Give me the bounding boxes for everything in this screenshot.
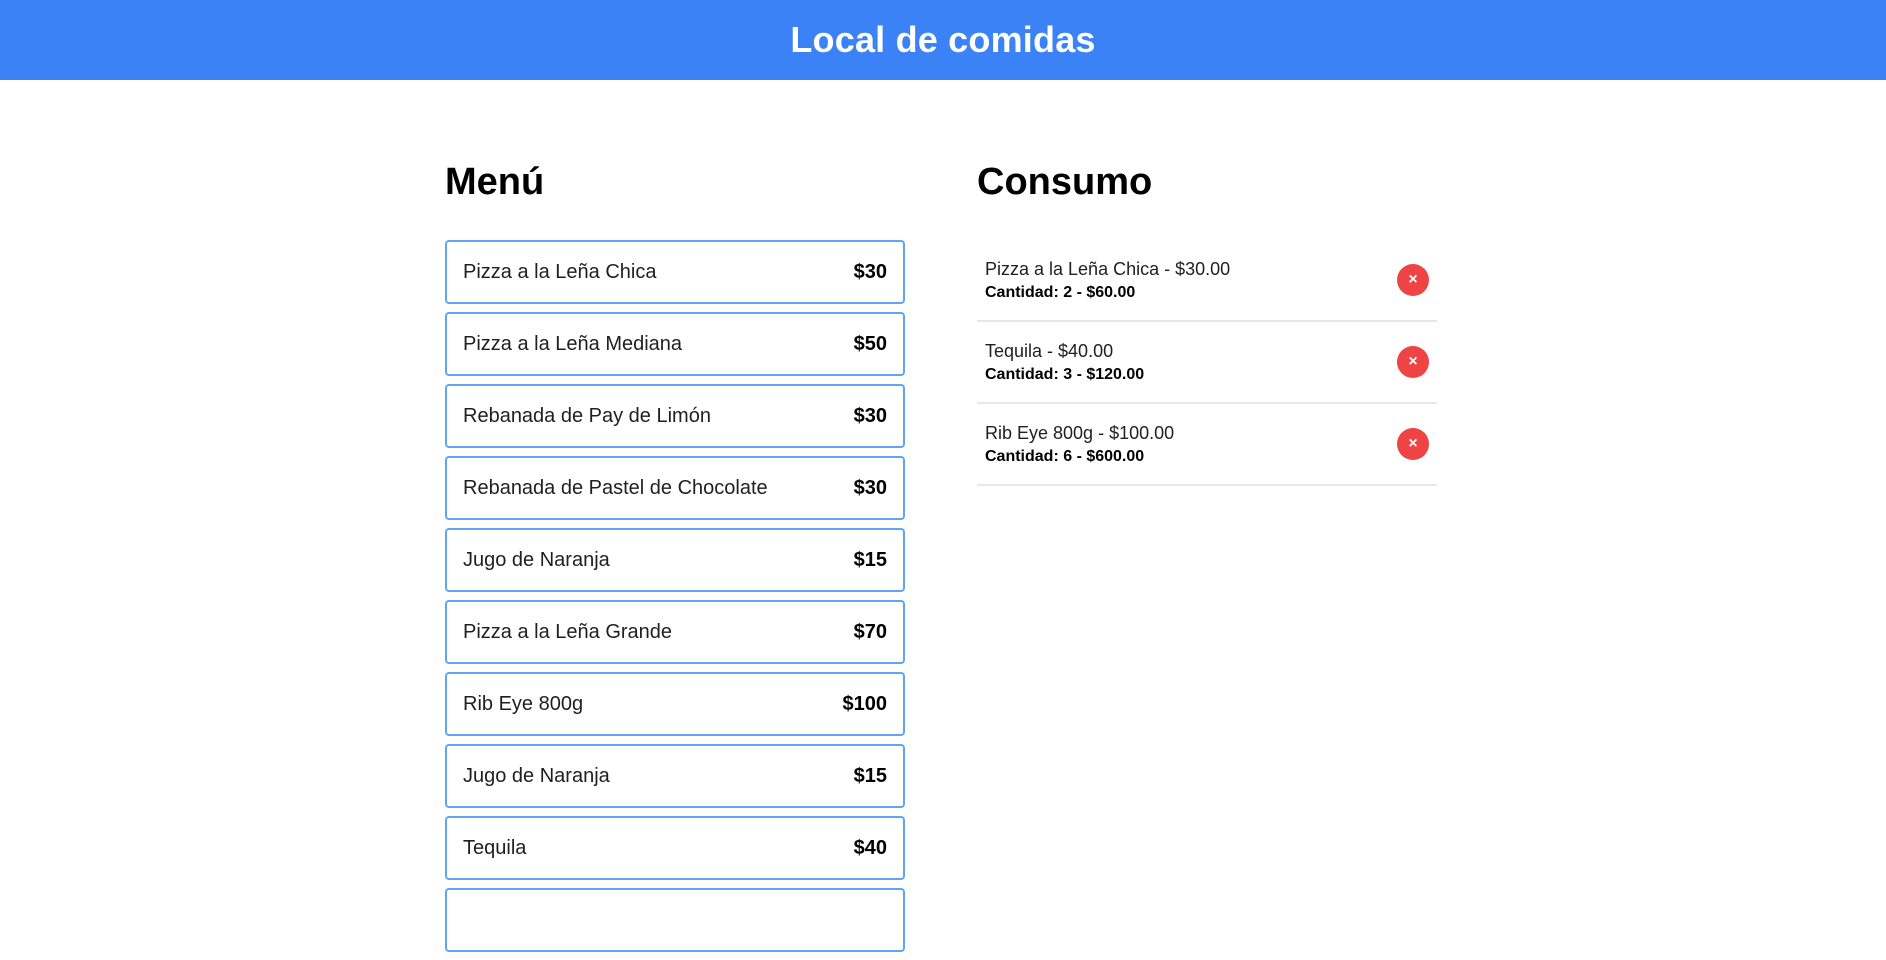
menu-item-name: Pizza a la Leña Mediana [463, 332, 683, 355]
menu-item[interactable] [445, 888, 905, 952]
menu-item-price: $40 [853, 836, 887, 859]
menu-item[interactable]: Rebanada de Pastel de Chocolate $30 [445, 456, 905, 520]
menu-item[interactable]: Rib Eye 800g $100 [445, 672, 905, 736]
order-item: Tequila - $40.00 Cantidad: 3 - $120.00 × [977, 322, 1437, 404]
close-icon: × [1408, 271, 1418, 288]
order-item-description: Pizza a la Leña Chica - $30.00 [985, 259, 1231, 279]
order-item: Rib Eye 800g - $100.00 Cantidad: 6 - $60… [977, 404, 1437, 486]
order-list: Pizza a la Leña Chica - $30.00 Cantidad:… [977, 240, 1437, 486]
menu-item-name: Pizza a la Leña Grande [463, 620, 673, 643]
menu-item[interactable]: Tequila $40 [445, 816, 905, 880]
order-item-quantity: Cantidad: 3 - $120.00 [985, 366, 1145, 383]
menu-item-price: $30 [853, 260, 887, 283]
consumo-section: Consumo Pizza a la Leña Chica - $30.00 C… [977, 155, 1437, 486]
close-icon: × [1408, 435, 1418, 452]
consumo-title: Consumo [977, 161, 1153, 203]
order-item-description: Tequila - $40.00 [985, 341, 1114, 361]
order-item-quantity: Cantidad: 6 - $600.00 [985, 448, 1145, 465]
menu-section: Menú Pizza a la Leña Chica $30 Pizza a l… [445, 155, 905, 952]
menu-item-name: Rebanada de Pay de Limón [463, 404, 711, 427]
menu-item-name: Pizza a la Leña Chica [463, 260, 657, 283]
order-item-quantity: Cantidad: 2 - $60.00 [985, 284, 1136, 301]
menu-item-name: Tequila [463, 836, 527, 859]
remove-button[interactable]: × [1397, 346, 1429, 378]
menu-item[interactable]: Pizza a la Leña Chica $30 [445, 240, 905, 304]
order-item-description: Rib Eye 800g - $100.00 [985, 423, 1175, 443]
menu-list: Pizza a la Leña Chica $30 Pizza a la Leñ… [445, 240, 905, 960]
menu-item-name: Rebanada de Pastel de Chocolate [463, 476, 768, 499]
menu-item[interactable]: Jugo de Naranja $15 [445, 528, 905, 592]
menu-item-price: $70 [853, 620, 887, 643]
menu-item-name: Rib Eye 800g [463, 692, 584, 715]
menu-item-name: Jugo de Naranja [463, 764, 610, 787]
app-title: Local de comidas [790, 19, 1096, 60]
menu-item-price: $50 [853, 332, 887, 355]
menu-item[interactable]: Pizza a la Leña Mediana $50 [445, 312, 905, 376]
remove-button[interactable]: × [1397, 264, 1429, 296]
menu-item-price: $30 [853, 476, 887, 499]
menu-title: Menú [445, 161, 545, 203]
menu-item-price: $30 [853, 404, 887, 427]
menu-item[interactable]: Pizza a la Leña Grande $70 [445, 600, 905, 664]
menu-item-name: Jugo de Naranja [463, 548, 610, 571]
remove-button[interactable]: × [1397, 428, 1429, 460]
menu-item-price: $100 [842, 692, 888, 715]
close-icon: × [1408, 353, 1418, 370]
menu-item[interactable]: Rebanada de Pay de Limón $30 [445, 384, 905, 448]
order-item: Pizza a la Leña Chica - $30.00 Cantidad:… [977, 240, 1437, 322]
menu-item-price: $15 [853, 764, 887, 787]
order-item-info: Rib Eye 800g - $100.00 Cantidad: 6 - $60… [985, 420, 1174, 468]
app-header: Local de comidas [0, 0, 1886, 80]
order-item-info: Tequila - $40.00 Cantidad: 3 - $120.00 [985, 338, 1144, 386]
menu-item-price: $15 [853, 548, 887, 571]
menu-item[interactable]: Jugo de Naranja $15 [445, 744, 905, 808]
order-item-info: Pizza a la Leña Chica - $30.00 Cantidad:… [985, 256, 1230, 304]
